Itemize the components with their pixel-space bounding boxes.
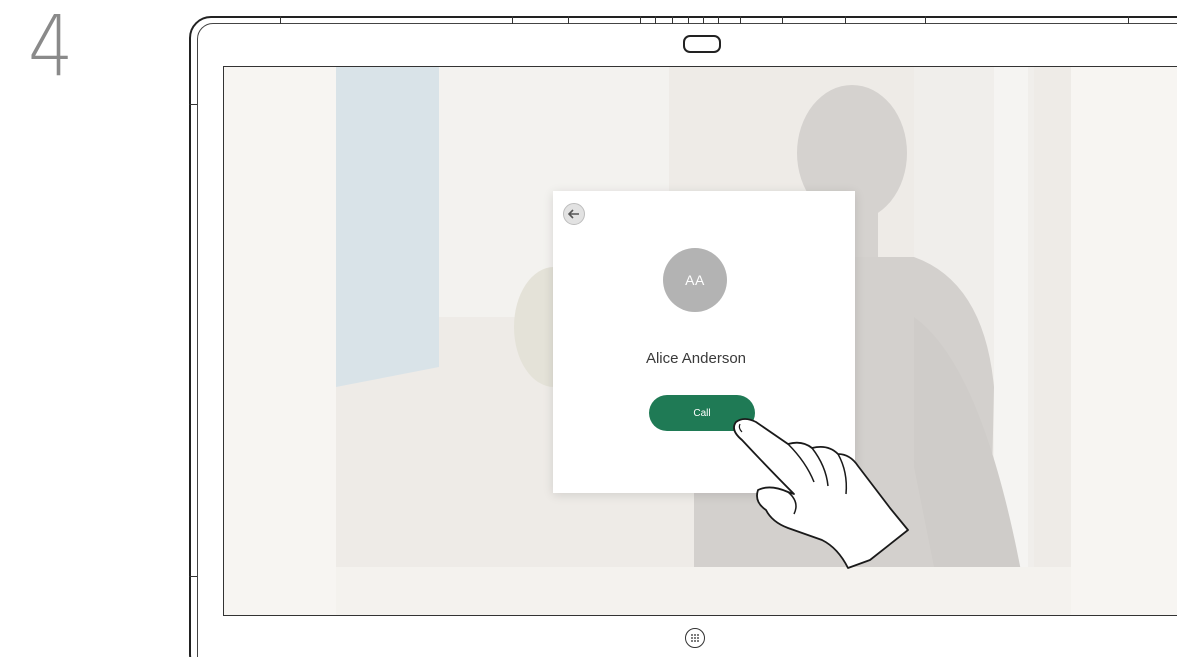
home-button[interactable] [685,628,705,648]
home-grid-icon [691,634,699,642]
bezel-tick [1128,16,1129,24]
bezel-tick [925,16,926,24]
back-button[interactable] [563,203,585,225]
bezel-tick [189,576,197,577]
avatar: AA [663,248,727,312]
bezel-tick [740,16,741,24]
pointing-hand-icon [733,418,909,569]
bezel-tick [718,16,719,24]
bezel-tick [688,16,689,24]
camera-icon [683,35,721,53]
bezel-tick [672,16,673,24]
illustration-stage: 4 AA Alice Anderson Call [0,0,1177,657]
bezel-tick [512,16,513,24]
contact-name: Alice Anderson [645,350,747,367]
bezel-tick [189,104,197,105]
bezel-tick [655,16,656,24]
bezel-tick [782,16,783,24]
bezel-tick [568,16,569,24]
bezel-tick [640,16,641,24]
back-arrow-icon [568,209,579,219]
bezel-tick [703,16,704,24]
bezel-tick [280,16,281,24]
step-number: 4 [28,0,74,95]
bezel-tick [845,16,846,24]
